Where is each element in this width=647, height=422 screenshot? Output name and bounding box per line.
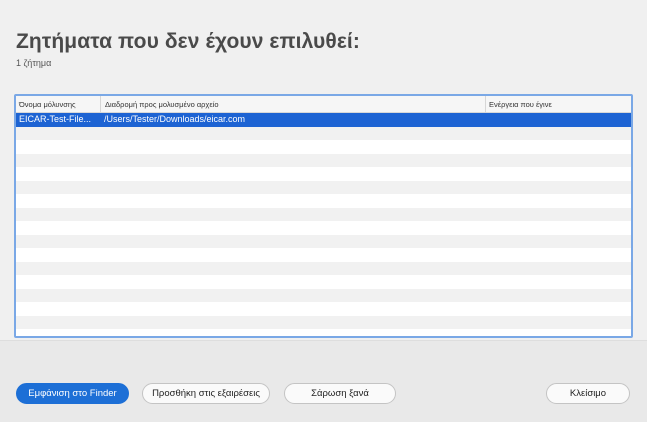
- empty-row: [16, 126, 631, 140]
- close-button[interactable]: Κλείσιμο: [546, 383, 630, 404]
- column-header-action-taken[interactable]: Ενέργεια που έγινε: [486, 96, 631, 113]
- empty-row: [16, 207, 631, 221]
- empty-row: [16, 261, 631, 275]
- infection-name-cell: EICAR-Test-File...: [19, 114, 92, 124]
- empty-row: [16, 167, 631, 181]
- file-path-cell: /Users/Tester/Downloads/eicar.com: [104, 114, 246, 124]
- empty-row: [16, 234, 631, 248]
- empty-row: [16, 194, 631, 208]
- column-header-infection-name[interactable]: Όνομα μόλυνσης: [16, 96, 101, 113]
- table-row[interactable]: EICAR-Test-File... /Users/Tester/Downloa…: [16, 113, 631, 127]
- table-body: EICAR-Test-File... /Users/Tester/Downloa…: [16, 113, 631, 336]
- action-bar: [0, 340, 647, 422]
- empty-row: [16, 221, 631, 235]
- empty-row: [16, 140, 631, 154]
- empty-row: [16, 288, 631, 302]
- rescan-button[interactable]: Σάρωση ξανά: [284, 383, 396, 404]
- action-taken-cell: [489, 113, 629, 127]
- empty-row: [16, 275, 631, 289]
- show-in-finder-button[interactable]: Εμφάνιση στο Finder: [16, 383, 129, 404]
- issues-table[interactable]: Όνομα μόλυνσης Διαδρομή προς μολυσμένο α…: [14, 94, 633, 338]
- empty-row: [16, 248, 631, 262]
- issue-count: 1 ζήτημα: [16, 58, 52, 68]
- table-header: Όνομα μόλυνσης Διαδρομή προς μολυσμένο α…: [16, 96, 631, 113]
- empty-row: [16, 153, 631, 167]
- column-header-file-path[interactable]: Διαδρομή προς μολυσμένο αρχείο: [101, 96, 486, 113]
- empty-row: [16, 329, 631, 336]
- empty-row: [16, 315, 631, 329]
- empty-row: [16, 302, 631, 316]
- empty-row: [16, 180, 631, 194]
- page-title: Ζητήματα που δεν έχουν επιλυθεί:: [16, 30, 360, 53]
- add-to-exclusions-button[interactable]: Προσθήκη στις εξαιρέσεις: [142, 383, 270, 404]
